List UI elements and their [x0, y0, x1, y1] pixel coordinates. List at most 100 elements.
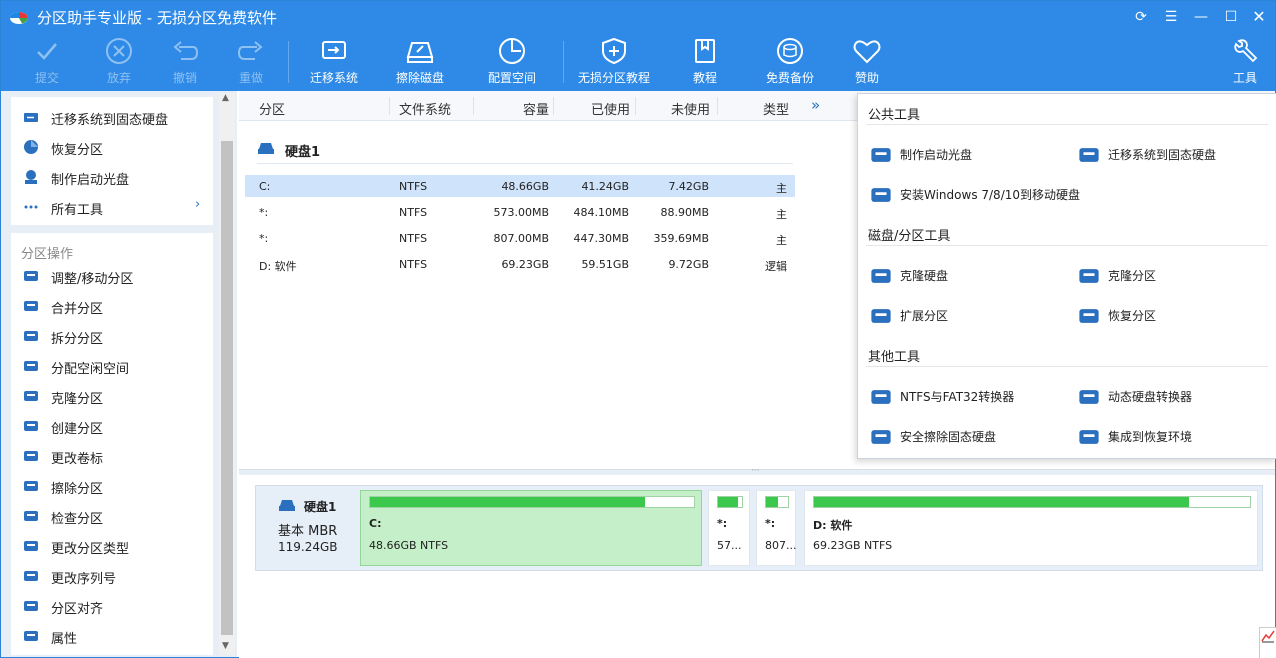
partition-name: *: — [765, 517, 776, 530]
tutorial-button[interactable]: 教程 — [681, 37, 729, 89]
sidebar-item-all-tools[interactable]: 所有工具 › — [11, 192, 213, 222]
scroll-up-icon[interactable]: ▲ — [222, 93, 229, 103]
migrate-os-button[interactable]: 迁移系统 — [301, 37, 367, 89]
app-window: 分区助手专业版 - 无损分区免费软件 ⟳ ☰ — ☐ ✕ 提交 放弃 撤销 重做… — [0, 0, 1276, 658]
wipe-disk-icon — [406, 42, 434, 63]
sidebar-item-op[interactable]: 调整/移动分区 — [11, 261, 213, 291]
sponsor-button[interactable]: 赞助 — [845, 37, 889, 89]
table-cell-used: 447.30MB — [573, 232, 629, 245]
tool-item[interactable]: 扩展分区 — [870, 303, 1070, 327]
sidebar-item-boot-disc[interactable]: 制作启动光盘 — [11, 162, 213, 192]
table-cell-fs: NTFS — [399, 258, 428, 271]
sidebar-item-label: 拆分分区 — [51, 332, 104, 347]
menu-icon[interactable]: ☰ — [1161, 7, 1181, 27]
col-partition[interactable]: 分区 — [259, 99, 285, 118]
tool-item[interactable]: 克隆硬盘 — [870, 263, 1070, 287]
more-columns-icon[interactable]: » — [811, 96, 820, 114]
check-partition-icon — [24, 511, 38, 521]
partition-size: 69.23GB NTFS — [813, 539, 893, 552]
table-cell-unused: 88.90MB — [660, 206, 709, 219]
disk-map-partition[interactable]: D: 软件 69.23GB NTFS — [804, 490, 1258, 566]
table-row[interactable]: *: NTFS 807.00MB 447.30MB 359.69MB 主 — [245, 227, 795, 249]
ops-heading: 分区操作 — [21, 247, 74, 262]
scrollbar-thumb[interactable] — [221, 141, 233, 635]
sidebar-item-op[interactable]: 更改分区类型 — [11, 531, 213, 561]
resize-corner[interactable] — [1259, 627, 1276, 658]
undo-button[interactable]: 撤销 — [161, 37, 209, 89]
serial-icon — [24, 571, 38, 581]
clone-partition-icon — [24, 391, 38, 401]
partition-size: 807... — [765, 539, 797, 552]
col-used[interactable]: 已使用 — [591, 99, 630, 118]
table-row[interactable]: D: 软件 NTFS 69.23GB 59.51GB 9.72GB 逻辑 — [245, 253, 795, 275]
check-icon — [37, 43, 57, 60]
lossless-tutorial-button[interactable]: 无损分区教程 — [573, 37, 655, 89]
discard-button[interactable]: 放弃 — [95, 37, 143, 89]
convert-icon — [871, 390, 891, 404]
sidebar-item-op[interactable]: 拆分分区 — [11, 321, 213, 351]
tool-item[interactable]: 制作启动光盘 — [870, 142, 1070, 166]
undo-icon — [173, 41, 199, 60]
table-cell-type: 主 — [776, 182, 787, 195]
sidebar-item-op[interactable]: 合并分区 — [11, 291, 213, 321]
tool-item[interactable]: NTFS与FAT32转换器 — [870, 384, 1070, 408]
disk-map-partition[interactable]: *: 57... — [708, 490, 750, 566]
window-title: 分区助手专业版 - 无损分区免费软件 — [37, 9, 277, 27]
col-unused[interactable]: 未使用 — [671, 99, 710, 118]
sidebar-item-op[interactable]: 检查分区 — [11, 501, 213, 531]
col-capacity[interactable]: 容量 — [523, 99, 549, 118]
usage-bar — [717, 496, 743, 508]
minimize-button[interactable]: — — [1191, 7, 1211, 27]
scroll-down-icon[interactable]: ▼ — [222, 641, 229, 651]
sidebar-item-op[interactable]: 更改卷标 — [11, 441, 213, 471]
cancel-circle-icon — [106, 38, 132, 64]
free-backup-button[interactable]: 免费备份 — [761, 37, 819, 89]
sidebar-item-op[interactable]: 分配空闲空间 — [11, 351, 213, 381]
sidebar-item-recover-partition[interactable]: 恢复分区 — [11, 132, 213, 162]
disk-map-disk-info[interactable]: 硬盘1 基本 MBR 119.24GB — [260, 490, 356, 568]
partition-ops-panel: 分区操作 调整/移动分区 合并分区拆分分区分配空闲空间 克隆分区 创建分区 更改卷标 擦除… — [11, 233, 213, 655]
chart-icon — [1261, 630, 1275, 643]
refresh-icon[interactable]: ⟳ — [1131, 7, 1151, 27]
redo-button[interactable]: 重做 — [227, 37, 275, 89]
col-type[interactable]: 类型 — [763, 99, 789, 118]
book-icon — [695, 39, 715, 63]
sidebar-item-op[interactable]: 更改序列号 — [11, 561, 213, 591]
windows-icon — [871, 188, 891, 202]
tool-item[interactable]: 迁移系统到固态硬盘 — [1078, 142, 1276, 166]
pane-splitter[interactable]: ··· — [239, 466, 1275, 476]
tool-item-label: 安装Windows 7/8/10到移动硬盘 — [900, 188, 1081, 202]
all-tools-icon — [24, 205, 38, 209]
table-row[interactable]: *: NTFS 573.00MB 484.10MB 88.90MB 主 — [245, 201, 795, 223]
disk-map-partition[interactable]: C: 48.66GB NTFS — [360, 490, 702, 566]
sidebar-scrollbar[interactable]: ▲ ▼ — [219, 93, 235, 655]
tool-item-label: 克隆硬盘 — [900, 269, 949, 283]
tool-item[interactable]: 克隆分区 — [1078, 263, 1276, 287]
chevron-right-icon: › — [195, 197, 201, 212]
table-row[interactable]: C: NTFS 48.66GB 41.24GB 7.42GB 主 — [245, 175, 795, 197]
close-button[interactable]: ✕ — [1249, 7, 1269, 27]
tool-item[interactable]: 安装Windows 7/8/10到移动硬盘 — [870, 182, 1080, 206]
allocate-space-button[interactable]: 配置空间 — [479, 37, 545, 89]
partition-size: 48.66GB NTFS — [369, 539, 449, 552]
sidebar-item-op[interactable]: 分区对齐 — [11, 591, 213, 621]
sidebar-item-op[interactable]: 属性 — [11, 621, 213, 651]
commit-button[interactable]: 提交 — [23, 37, 71, 89]
tool-item[interactable]: 动态硬盘转换器 — [1078, 384, 1276, 408]
sidebar-item-op[interactable]: 擦除分区 — [11, 471, 213, 501]
merge-icon — [24, 301, 38, 311]
toolbar-separator — [288, 41, 289, 83]
maximize-button[interactable]: ☐ — [1221, 7, 1241, 27]
wipe-disk-button[interactable]: 擦除磁盘 — [387, 37, 453, 89]
sidebar-item-op[interactable]: 创建分区 — [11, 411, 213, 441]
tool-item[interactable]: 集成到恢复环境 — [1078, 424, 1276, 448]
disk-map-partition[interactable]: *: 807... — [756, 490, 797, 566]
tools-button[interactable]: 工具 — [1225, 37, 1265, 89]
sidebar-item-migrate-ssd[interactable]: 迁移系统到固态硬盘 — [11, 102, 213, 132]
tool-item[interactable]: 恢复分区 — [1078, 303, 1276, 327]
other-tools-heading: 其他工具 — [868, 350, 921, 365]
sidebar-item-op[interactable]: 克隆分区 — [11, 381, 213, 411]
create-partition-icon — [24, 421, 38, 431]
col-filesystem[interactable]: 文件系统 — [399, 99, 451, 118]
tool-item[interactable]: 安全擦除固态硬盘 — [870, 424, 1070, 448]
